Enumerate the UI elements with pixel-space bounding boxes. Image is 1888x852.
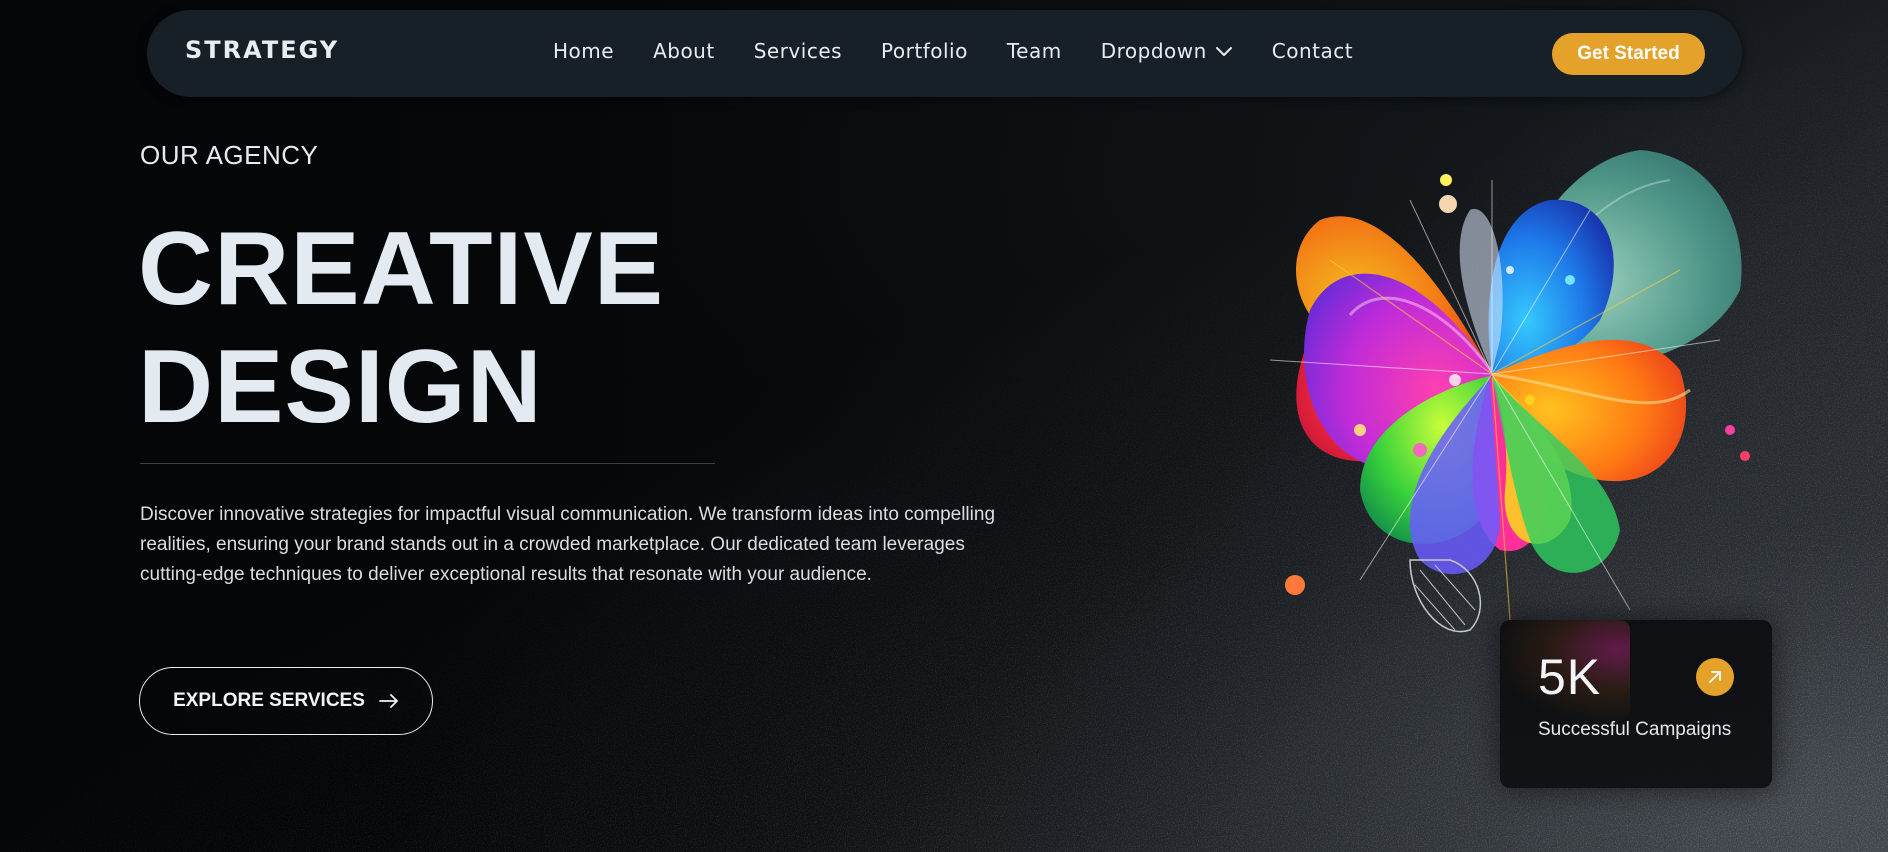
arrow-up-right-icon: [1709, 671, 1721, 683]
arrow-right-icon: [379, 694, 398, 708]
nav-portfolio-label: Portfolio: [881, 39, 968, 63]
nav-dropdown-label: Dropdown: [1100, 39, 1207, 63]
nav-team-label: Team: [1006, 39, 1062, 63]
hero-headline-line1: CREATIVE: [138, 211, 665, 327]
main-nav: Home About Services Portfolio Team Dropd…: [553, 39, 1353, 63]
nav-home-label: Home: [553, 39, 615, 63]
stat-arrow-button[interactable]: [1696, 658, 1734, 696]
site-logo[interactable]: STRATEGY: [185, 36, 339, 64]
hero-headline: CREATIVE DESIGN: [138, 210, 664, 446]
explore-services-label: EXPLORE SERVICES: [173, 690, 365, 711]
hero-eyebrow: OUR AGENCY: [140, 140, 319, 170]
nav-contact[interactable]: Contact: [1272, 39, 1353, 63]
nav-services-label: Services: [753, 39, 843, 63]
stat-label: Successful Campaigns: [1538, 719, 1732, 740]
stat-value: 5K: [1538, 649, 1602, 705]
nav-about-label: About: [653, 39, 715, 63]
nav-portfolio[interactable]: Portfolio: [881, 39, 968, 63]
hero-headline-line2: DESIGN: [138, 329, 543, 445]
site-header: STRATEGY Home About Services Portfolio T…: [147, 10, 1742, 97]
stat-card: 5K Successful Campaigns: [1500, 620, 1772, 788]
nav-contact-label: Contact: [1271, 39, 1354, 63]
explore-services-button[interactable]: EXPLORE SERVICES: [139, 667, 433, 735]
nav-services[interactable]: Services: [754, 39, 842, 63]
chevron-down-icon: [1215, 47, 1232, 56]
nav-dropdown[interactable]: Dropdown: [1101, 39, 1233, 63]
nav-home[interactable]: Home: [553, 39, 614, 63]
hero-description: Discover innovative strategies for impac…: [140, 504, 996, 585]
hero-divider: [140, 463, 715, 464]
get-started-button[interactable]: Get Started: [1552, 33, 1705, 75]
hero-abstract-artwork: [1269, 150, 1750, 633]
nav-about[interactable]: About: [653, 39, 715, 63]
nav-team[interactable]: Team: [1007, 39, 1062, 63]
